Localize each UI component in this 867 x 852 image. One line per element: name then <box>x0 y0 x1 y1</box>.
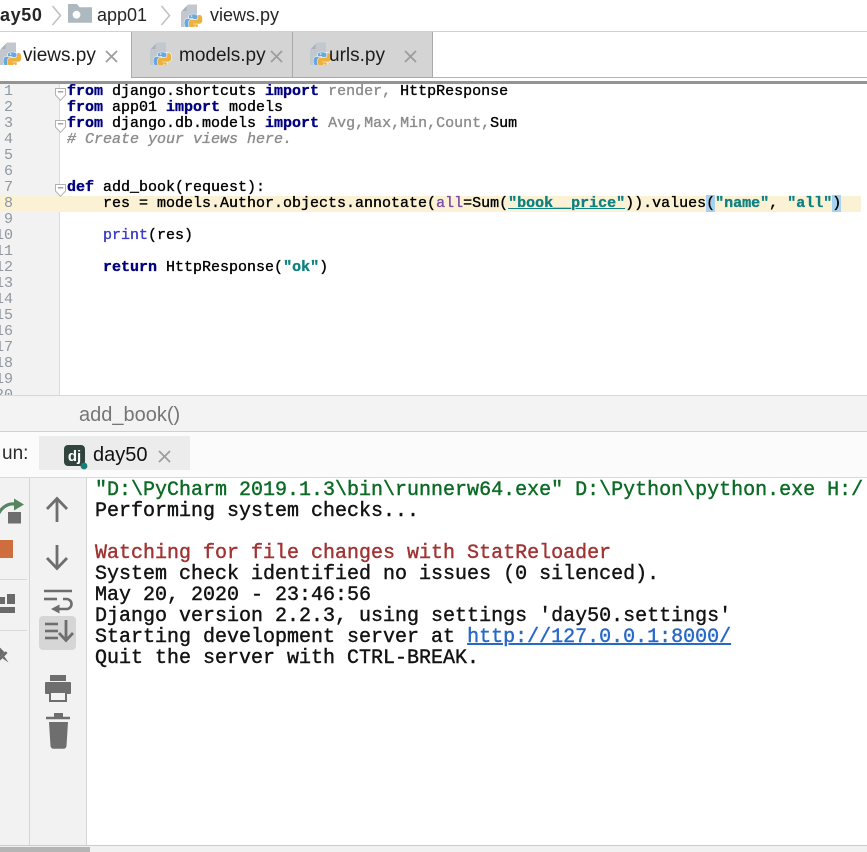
svg-text:dj: dj <box>68 448 81 465</box>
